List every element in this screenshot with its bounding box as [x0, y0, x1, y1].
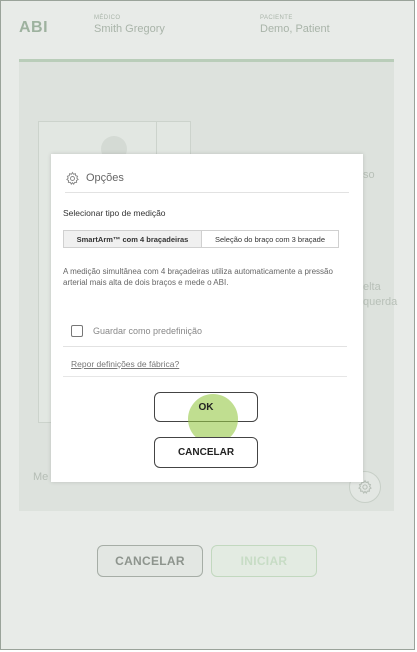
reset-factory-link[interactable]: Repor definições de fábrica? — [71, 359, 179, 369]
measurement-description: A medição simultânea com 4 braçadeiras u… — [63, 267, 333, 287]
patient-label: PACIENTE — [260, 15, 293, 21]
abi-screen: ABI MÉDICO Smith Gregory PACIENTE Demo, … — [0, 0, 415, 650]
start-button[interactable]: INICIAR — [211, 545, 317, 577]
ok-label: OK — [198, 401, 214, 413]
header: ABI MÉDICO Smith Gregory PACIENTE Demo, … — [1, 1, 414, 47]
bg-side-text-1: so — [363, 169, 375, 181]
option-3-cuff-arm-select[interactable]: Seleção do braço com 3 braçade — [202, 231, 338, 247]
save-default-checkbox[interactable] — [71, 325, 83, 337]
divider — [63, 376, 347, 377]
save-default-row[interactable]: Guardar como predefinição — [63, 316, 347, 347]
dialog-title-row: Opções — [65, 164, 349, 193]
patient-info: PACIENTE Demo, Patient — [260, 15, 330, 35]
measurement-type-label: Selecionar tipo de medição — [63, 208, 166, 218]
bg-side-text-3: querda — [363, 296, 398, 308]
patient-value: Demo, Patient — [260, 23, 330, 35]
save-default-label: Guardar como predefinição — [93, 326, 203, 336]
bg-bottom-text: Me — [33, 471, 49, 483]
bg-cancel-button[interactable]: CANCELAR — [97, 545, 203, 577]
measurement-type-selector: SmartArm™ com 4 braçadeiras Seleção do b… — [63, 230, 339, 248]
medico-label: MÉDICO — [94, 15, 121, 21]
options-dialog: Opções Selecionar tipo de medição SmartA… — [51, 154, 363, 482]
option-smartarm-4-cuffs[interactable]: SmartArm™ com 4 braçadeiras — [64, 231, 202, 247]
dialog-title: Opções — [86, 172, 124, 184]
bg-side-text-2: elta — [363, 281, 381, 293]
medico-info: MÉDICO Smith Gregory — [94, 15, 165, 35]
gear-icon — [66, 171, 79, 185]
medico-value: Smith Gregory — [94, 23, 165, 35]
cancel-button[interactable]: CANCELAR — [154, 437, 258, 468]
app-title: ABI — [19, 19, 49, 36]
